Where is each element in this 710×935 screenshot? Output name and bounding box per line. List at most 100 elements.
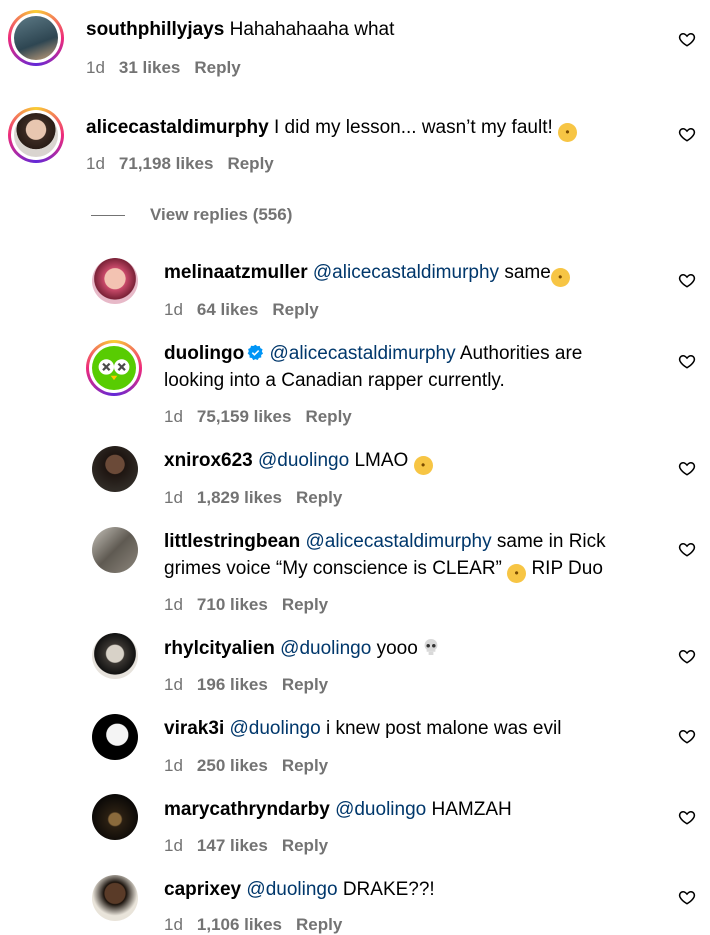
laughing-tears-emoji-icon: • <box>507 564 527 583</box>
avatar[interactable] <box>92 446 138 492</box>
likes-count[interactable]: 710 likes <box>197 595 268 614</box>
timestamp[interactable]: 1d <box>164 836 183 855</box>
view-replies-button[interactable]: View replies (556) <box>91 205 292 225</box>
verified-badge-icon <box>247 344 264 361</box>
reply-button[interactable]: Reply <box>282 836 328 855</box>
avatar[interactable] <box>8 10 64 66</box>
reply-button[interactable]: Reply <box>282 675 328 694</box>
username[interactable]: melinaatzmuller <box>164 262 308 283</box>
comment-meta: 1d 64 likes Reply <box>164 300 333 320</box>
heart-outline-icon[interactable] <box>678 352 696 370</box>
mention-link[interactable]: @alicecastaldimurphy <box>269 343 455 364</box>
mention-link[interactable]: @duolingo <box>246 879 337 900</box>
comment-text: alicecastaldimurphy I did my lesson... w… <box>86 114 646 142</box>
mention-link[interactable]: @duolingo <box>280 638 371 659</box>
mention-link[interactable]: @duolingo <box>230 718 321 739</box>
likes-count[interactable]: 147 likes <box>197 836 268 855</box>
username[interactable]: southphillyjays <box>86 19 224 40</box>
timestamp[interactable]: 1d <box>164 407 183 426</box>
timestamp[interactable]: 1d <box>164 915 183 934</box>
comment-meta: 1d 196 likes Reply <box>164 675 342 695</box>
avatar[interactable] <box>92 794 138 840</box>
avatar[interactable] <box>92 258 138 304</box>
reply-button[interactable]: Reply <box>282 756 328 775</box>
timestamp[interactable]: 1d <box>164 300 183 319</box>
comment-body: i knew post malone was evil <box>325 718 562 739</box>
username[interactable]: alicecastaldimurphy <box>86 117 269 138</box>
comment-body: same <box>504 262 551 283</box>
avatar[interactable] <box>86 340 142 396</box>
heart-outline-icon[interactable] <box>678 727 696 745</box>
timestamp[interactable]: 1d <box>164 488 183 507</box>
reply-button[interactable]: Reply <box>296 915 342 934</box>
likes-count[interactable]: 1,829 likes <box>197 488 282 507</box>
comment-text: southphillyjays Hahahahaaha what <box>86 16 566 43</box>
reply-button[interactable]: Reply <box>282 595 328 614</box>
mention-link[interactable]: @duolingo <box>335 799 426 820</box>
avatar[interactable] <box>92 714 138 760</box>
heart-outline-icon[interactable] <box>678 808 696 826</box>
heart-outline-icon[interactable] <box>678 125 696 143</box>
comment-meta: 1d 31 likes Reply <box>86 58 255 78</box>
timestamp[interactable]: 1d <box>86 58 105 77</box>
comment-body-continued: grimes voice “My conscience is CLEAR” <box>164 558 502 579</box>
likes-count[interactable]: 31 likes <box>119 58 180 77</box>
comment-meta: 1d 75,159 likes Reply <box>164 407 366 427</box>
timestamp[interactable]: 1d <box>164 756 183 775</box>
reply-button[interactable]: Reply <box>272 300 318 319</box>
username[interactable]: virak3i <box>164 718 224 739</box>
avatar[interactable] <box>92 527 138 573</box>
timestamp[interactable]: 1d <box>164 675 183 694</box>
heart-outline-icon[interactable] <box>678 888 696 906</box>
comment-text: melinaatzmuller @alicecastaldimurphy sam… <box>164 259 644 287</box>
reply-button[interactable]: Reply <box>305 407 351 426</box>
comment-body: yooo <box>376 638 418 659</box>
comment-body-continued: RIP Duo <box>531 558 603 579</box>
comment-text: marycathryndarby @duolingo HAMZAH <box>164 796 644 823</box>
username[interactable]: marycathryndarby <box>164 799 330 820</box>
mention-link[interactable]: @duolingo <box>258 450 349 471</box>
crying-face-emoji-icon: • <box>558 123 578 142</box>
avatar[interactable] <box>92 875 138 921</box>
rolling-laughing-emoji-icon: • <box>413 456 433 475</box>
heart-outline-icon[interactable] <box>678 459 696 477</box>
comment-meta: 1d 147 likes Reply <box>164 836 342 856</box>
username[interactable]: rhylcityalien <box>164 638 275 659</box>
username[interactable]: xnirox623 <box>164 450 253 471</box>
comment-meta: 1d 1,829 likes Reply <box>164 488 356 508</box>
likes-count[interactable]: 196 likes <box>197 675 268 694</box>
divider <box>91 214 125 216</box>
likes-count[interactable]: 1,106 likes <box>197 915 282 934</box>
comment-text: littlestringbean @alicecastaldimurphy sa… <box>164 528 664 583</box>
heart-outline-icon[interactable] <box>678 540 696 558</box>
likes-count[interactable]: 75,159 likes <box>197 407 292 426</box>
reply-button[interactable]: Reply <box>296 488 342 507</box>
likes-count[interactable]: 64 likes <box>197 300 258 319</box>
username[interactable]: littlestringbean <box>164 531 300 552</box>
timestamp[interactable]: 1d <box>164 595 183 614</box>
username[interactable]: duolingo <box>164 343 244 364</box>
heart-outline-icon[interactable] <box>678 30 696 48</box>
username[interactable]: caprixey <box>164 879 241 900</box>
comment-body: LMAO <box>354 450 409 471</box>
likes-count[interactable]: 250 likes <box>197 756 268 775</box>
mention-link[interactable]: @alicecastaldimurphy <box>305 531 491 552</box>
comment-text: rhylcityalien @duolingo yooo <box>164 635 644 662</box>
heart-outline-icon[interactable] <box>678 271 696 289</box>
avatar[interactable] <box>8 107 64 163</box>
comment-body: Hahahahaaha what <box>229 19 395 40</box>
mention-link[interactable]: @alicecastaldimurphy <box>313 262 499 283</box>
comment-body: HAMZAH <box>431 799 512 820</box>
comment-meta: 1d 1,106 likes Reply <box>164 915 356 935</box>
heart-outline-icon[interactable] <box>678 647 696 665</box>
duolingo-owl-icon <box>98 359 130 381</box>
comment-meta: 1d 71,198 likes Reply <box>86 154 288 174</box>
reply-button[interactable]: Reply <box>194 58 240 77</box>
reply-button[interactable]: Reply <box>227 154 273 173</box>
avatar[interactable] <box>92 633 138 679</box>
comment-text: virak3i @duolingo i knew post malone was… <box>164 715 644 742</box>
timestamp[interactable]: 1d <box>86 154 105 173</box>
comment-body: I did my lesson... wasn’t my fault! <box>273 117 553 138</box>
laughing-tears-emoji-icon: • <box>550 268 570 287</box>
likes-count[interactable]: 71,198 likes <box>119 154 214 173</box>
